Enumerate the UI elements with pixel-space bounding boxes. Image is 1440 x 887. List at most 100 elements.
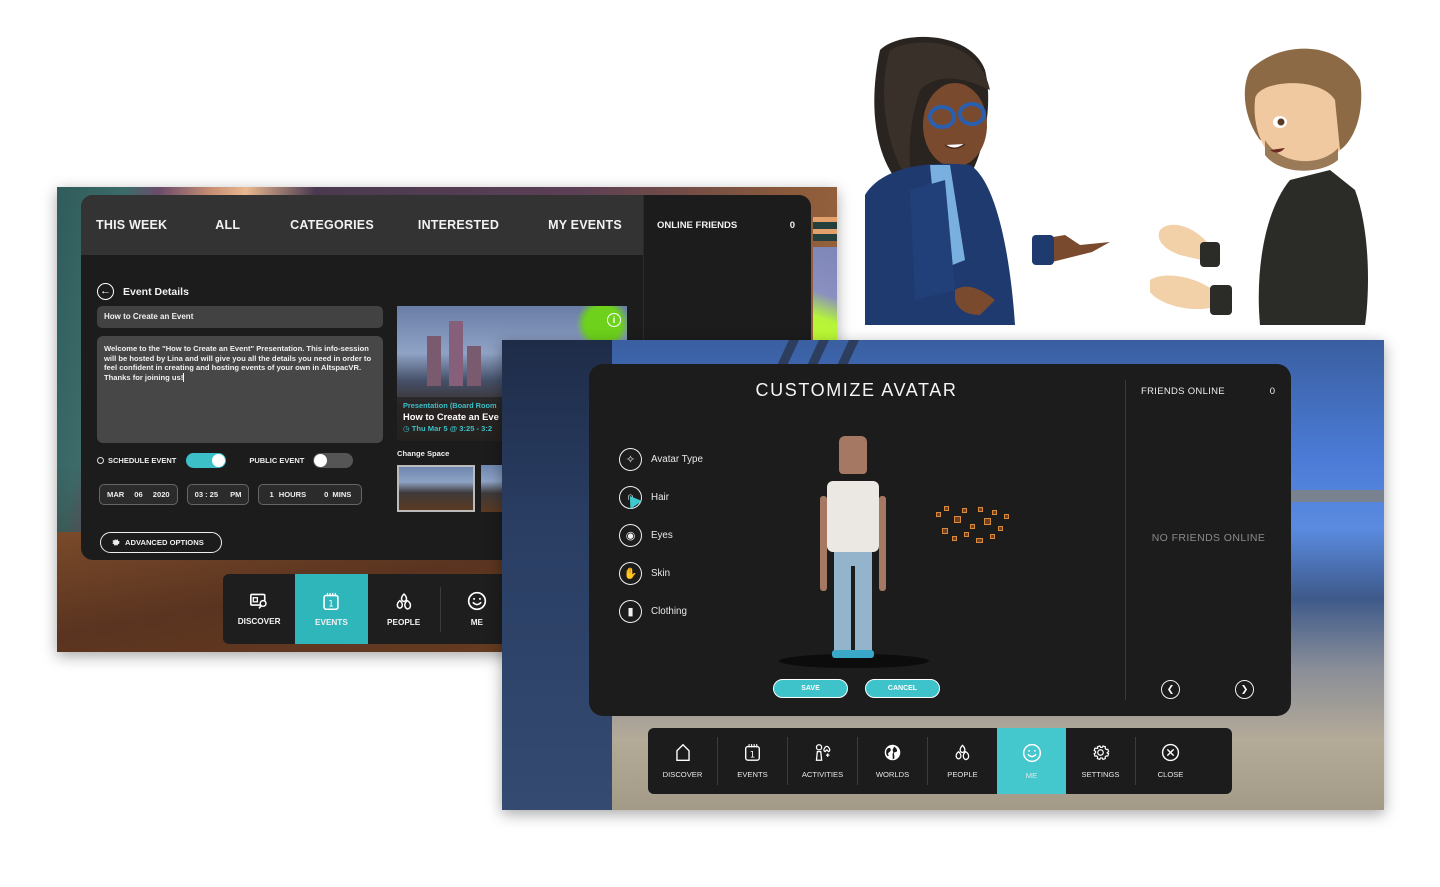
nav-label: ME — [470, 618, 484, 627]
events-bottom-nav: DISCOVER 1 EVENTS PEOPLE ME — [223, 574, 513, 644]
nav-label: DISCOVER — [237, 617, 281, 626]
nav-label: CLOSE — [1157, 770, 1184, 779]
avatar-head — [839, 436, 867, 474]
clothing-icon: ▮ — [619, 599, 642, 623]
menu-item-eyes[interactable]: ◉ Eyes — [619, 516, 703, 554]
events-calendar-icon: 1 — [323, 592, 340, 610]
scene-building — [449, 321, 463, 386]
avatar-arm — [879, 496, 886, 591]
home-icon — [675, 743, 690, 761]
events-tab-bar: THIS WEEK ALL CATEGORIES INTERESTED MY E… — [81, 195, 643, 255]
customize-avatar-panel: CUSTOMIZE AVATAR ✧ Avatar Type ∩ Hair ◉ … — [589, 364, 1291, 716]
schedule-pickers: MAR 06 2020 03 : 25 PM 1 HOURS 0 MINS — [99, 484, 363, 505]
people-icon — [396, 592, 411, 610]
nav-label: EVENTS — [315, 617, 348, 627]
nav-discover[interactable]: DISCOVER — [648, 728, 717, 794]
particle — [954, 516, 961, 523]
online-friends-count: 0 — [789, 220, 795, 231]
menu-item-clothing[interactable]: ▮ Clothing — [619, 592, 703, 630]
public-event-toggle[interactable] — [313, 453, 354, 468]
duration-mins: 0 — [324, 490, 329, 499]
tab-this-week[interactable]: THIS WEEK — [96, 218, 167, 232]
particle — [962, 508, 967, 513]
info-icon[interactable]: i — [607, 313, 621, 327]
activities-icon — [815, 744, 831, 761]
nav-activities[interactable]: ACTIVITIES — [788, 728, 857, 794]
particle — [1004, 514, 1009, 519]
date-picker[interactable]: MAR 06 2020 — [99, 484, 178, 505]
event-description-text: Welcome to the "How to Create an Event" … — [104, 344, 372, 382]
avatar-preview[interactable] — [819, 436, 889, 666]
duration-hours: 1 — [269, 490, 274, 499]
advanced-options-label: ADVANCED OPTIONS — [125, 538, 204, 547]
time-picker[interactable]: 03 : 25 PM — [186, 484, 250, 505]
time-ampm: PM — [230, 490, 242, 499]
nav-label: ACTIVITIES — [801, 770, 844, 779]
nav-discover[interactable]: DISCOVER — [223, 574, 295, 644]
avatar-arm — [820, 496, 827, 591]
menu-item-label: Skin — [651, 567, 671, 579]
page-title: CUSTOMIZE AVATAR — [755, 380, 958, 400]
friends-online-label: FRIENDS ONLINE — [1141, 386, 1225, 397]
nav-label: ME — [1025, 770, 1038, 780]
gear-icon — [1093, 745, 1110, 761]
scene-building — [467, 346, 481, 386]
space-thumbnail-selected[interactable] — [397, 465, 475, 512]
tab-categories[interactable]: CATEGORIES — [290, 218, 374, 232]
avatar-shirt — [827, 481, 879, 552]
toggle-knob — [212, 454, 226, 467]
tab-interested[interactable]: INTERESTED — [418, 218, 499, 232]
avatars-illustration — [865, 36, 1368, 325]
nav-settings[interactable]: SETTINGS — [1066, 728, 1135, 794]
nav-worlds[interactable]: WORLDS — [858, 728, 927, 794]
smiley-icon — [1022, 743, 1041, 762]
chevron-right-icon[interactable]: ❯ — [1235, 680, 1254, 699]
schedule-event-toggle[interactable] — [186, 453, 227, 468]
particle — [998, 526, 1003, 531]
change-space-label: Change Space — [397, 449, 450, 458]
nav-label: PEOPLE — [387, 617, 421, 627]
nav-people[interactable]: PEOPLE — [928, 728, 997, 794]
nav-events[interactable]: 1 EVENTS — [295, 574, 368, 644]
back-arrow-icon[interactable]: ← — [97, 283, 114, 300]
friends-online-count: 0 — [1269, 386, 1275, 397]
date-year: 2020 — [152, 490, 170, 499]
event-description-textarea[interactable]: Welcome to the "How to Create an Event" … — [97, 336, 383, 443]
particle — [976, 538, 983, 543]
nav-events[interactable]: 1 EVENTS — [718, 728, 787, 794]
globe-icon — [884, 744, 901, 761]
event-toggles-row: SCHEDULE EVENT PUBLIC EVENT — [97, 453, 354, 468]
advanced-options-button[interactable]: ADVANCED OPTIONS — [100, 532, 222, 553]
nav-label: EVENTS — [737, 770, 768, 779]
nav-label: PEOPLE — [947, 770, 978, 779]
text-caret — [183, 373, 185, 383]
particle — [978, 507, 983, 512]
tab-my-events[interactable]: MY EVENTS — [548, 218, 622, 232]
duration-hours-label: HOURS — [278, 490, 307, 499]
particle — [970, 524, 975, 529]
nav-close[interactable]: CLOSE — [1136, 728, 1205, 794]
save-button[interactable]: SAVE — [773, 679, 848, 698]
loading-particles — [934, 504, 1014, 550]
scene-building — [427, 336, 441, 386]
tab-all[interactable]: ALL — [215, 218, 240, 232]
particle — [990, 534, 995, 539]
menu-item-label: Clothing — [651, 605, 687, 617]
avatar-shoes — [832, 650, 874, 658]
time-minute: 25 — [209, 490, 219, 499]
particle — [936, 512, 941, 517]
nav-label: SETTINGS — [1081, 770, 1120, 779]
gear-icon — [112, 539, 120, 546]
main-bottom-nav: DISCOVER 1 EVENTS ACTIVITIES WORLDS PEOP… — [648, 728, 1232, 794]
particle — [984, 518, 991, 525]
man-avatar — [1150, 48, 1368, 325]
cancel-button[interactable]: CANCEL — [865, 679, 940, 698]
duration-picker[interactable]: 1 HOURS 0 MINS — [258, 484, 363, 505]
menu-item-avatar-type[interactable]: ✧ Avatar Type — [619, 440, 703, 478]
close-icon — [1161, 743, 1180, 762]
nav-me[interactable]: ME — [997, 728, 1066, 794]
menu-item-skin[interactable]: ✋ Skin — [619, 554, 703, 592]
event-name-input[interactable]: How to Create an Event — [97, 306, 383, 328]
nav-people[interactable]: PEOPLE — [368, 574, 440, 644]
chevron-left-icon[interactable]: ❮ — [1161, 680, 1180, 699]
